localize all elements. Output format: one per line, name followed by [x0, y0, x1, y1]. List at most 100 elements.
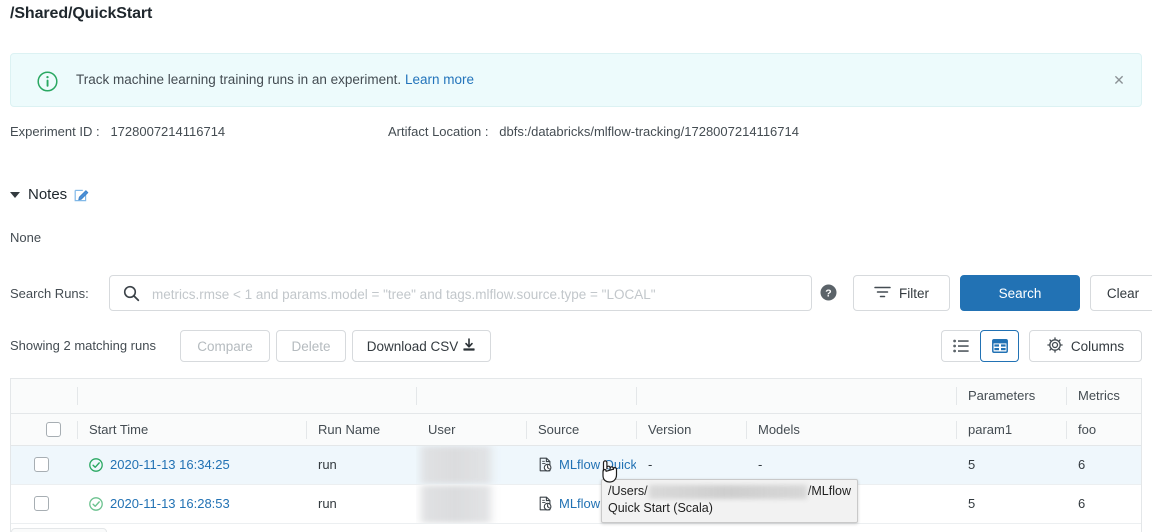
- compare-button[interactable]: Compare: [180, 330, 270, 362]
- notes-section-toggle[interactable]: Notes: [10, 186, 89, 203]
- source-link[interactable]: MLflow Quick Start (Scala): [559, 457, 636, 472]
- experiment-id-value: 1728007214116714: [110, 124, 225, 139]
- edit-pencil-icon[interactable]: [74, 187, 89, 202]
- run-name-cell: run: [306, 445, 416, 484]
- experiment-id-label: Experiment ID :: [10, 124, 100, 139]
- search-button[interactable]: Search: [960, 275, 1080, 311]
- param1-cell: 5: [956, 484, 1066, 523]
- start-time-cell: 2020-11-13 16:28:53: [77, 484, 306, 523]
- run-start-time-link[interactable]: 2020-11-13 16:34:25: [110, 457, 230, 472]
- info-banner-text: Track machine learning training runs in …: [76, 54, 474, 106]
- column-header-foo[interactable]: foo: [1066, 413, 1142, 445]
- experiment-page: /Shared/QuickStart Track machine learnin…: [0, 0, 1152, 532]
- clear-button[interactable]: Clear: [1090, 275, 1152, 311]
- notes-body: None: [10, 230, 41, 245]
- chevron-down-icon: [10, 192, 20, 198]
- artifact-location-label: Artifact Location :: [388, 124, 488, 139]
- column-header-version[interactable]: Version: [636, 413, 746, 445]
- download-icon: [462, 338, 476, 355]
- source-path-tooltip: /Users/ /MLflow Quick Start (Scala): [601, 479, 858, 523]
- info-circle-icon: [37, 71, 58, 92]
- foo-cell: 6: [1066, 484, 1142, 523]
- row-select-cell: [11, 484, 77, 523]
- group-header-cell: [77, 379, 306, 413]
- tooltip-line-2: Quick Start (Scala): [608, 500, 851, 517]
- start-time-cell: 2020-11-13 16:34:25: [77, 445, 306, 484]
- info-banner: Track machine learning training runs in …: [10, 53, 1142, 107]
- column-header-run-name[interactable]: Run Name: [306, 413, 416, 445]
- learn-more-link[interactable]: Learn more: [405, 72, 474, 87]
- tooltip-path-prefix: /Users/: [608, 483, 648, 500]
- notes-title: Notes: [28, 186, 67, 203]
- load-more-button[interactable]: Load more: [11, 528, 107, 532]
- column-header-source[interactable]: Source: [526, 413, 636, 445]
- load-more-cell: Load more: [11, 523, 1142, 532]
- group-header-cell: [11, 379, 77, 413]
- view-mode-toggle: [941, 330, 1019, 362]
- column-header-start-time[interactable]: Start Time: [77, 413, 306, 445]
- column-header-user[interactable]: User: [416, 413, 526, 445]
- download-csv-button[interactable]: Download CSV: [352, 330, 491, 362]
- search-runs-row: Search Runs: ? Filter Sea: [10, 275, 1142, 313]
- filter-button-label: Filter: [899, 286, 929, 301]
- showing-runs-text: Showing 2 matching runs: [10, 338, 156, 353]
- info-banner-message: Track machine learning training runs in …: [76, 72, 401, 87]
- column-header-models[interactable]: Models: [746, 413, 956, 445]
- group-header-cell: [746, 379, 956, 413]
- table-header-row: Start Time Run Name User Source Version …: [11, 413, 1142, 445]
- search-icon: [123, 285, 140, 302]
- row-select-cell: [11, 445, 77, 484]
- check-circle-icon: [89, 458, 103, 472]
- group-header-parameters: Parameters: [956, 379, 1066, 413]
- list-view-icon: [953, 339, 969, 353]
- foo-cell: 6: [1066, 445, 1142, 484]
- notebook-revision-icon: [538, 457, 553, 472]
- row-checkbox[interactable]: [34, 457, 49, 472]
- group-header-cell: [416, 379, 526, 413]
- filter-icon: [874, 285, 891, 302]
- close-icon[interactable]: ✕: [1107, 68, 1131, 92]
- group-header-metrics: Metrics: [1066, 379, 1142, 413]
- notebook-revision-icon: [538, 496, 553, 511]
- column-header-param1[interactable]: param1: [956, 413, 1066, 445]
- table-row[interactable]: 2020-11-13 16:34:25 run: [11, 445, 1142, 484]
- download-csv-label: Download CSV: [367, 339, 459, 354]
- tooltip-user-redacted: [649, 485, 807, 499]
- runs-table-container: Parameters Metrics Start Time Run Name U…: [10, 378, 1142, 532]
- runs-table: Parameters Metrics Start Time Run Name U…: [11, 379, 1142, 532]
- run-start-time-link[interactable]: 2020-11-13 16:28:53: [110, 496, 230, 511]
- search-runs-label: Search Runs:: [10, 286, 89, 301]
- tooltip-path-suffix: /MLflow: [808, 483, 851, 500]
- param1-cell: 5: [956, 445, 1066, 484]
- page-title: /Shared/QuickStart: [10, 5, 152, 23]
- group-header-cell: [636, 379, 746, 413]
- experiment-meta: Experiment ID : 1728007214116714 Artifac…: [10, 124, 1142, 142]
- table-row[interactable]: 2020-11-13 16:28:53 run: [11, 484, 1142, 523]
- grid-view-toggle[interactable]: [980, 330, 1019, 362]
- user-cell: [416, 484, 526, 523]
- table-group-header-row: Parameters Metrics: [11, 379, 1142, 413]
- search-input[interactable]: [150, 276, 804, 312]
- question-circle-icon[interactable]: ?: [820, 284, 837, 301]
- user-redacted: [416, 485, 496, 523]
- list-view-toggle[interactable]: [941, 330, 980, 362]
- user-redacted: [416, 446, 496, 484]
- search-box: [109, 275, 812, 311]
- grid-view-icon: [992, 339, 1008, 353]
- svg-text:?: ?: [825, 287, 831, 299]
- columns-button[interactable]: Columns: [1029, 330, 1142, 362]
- select-all-header: [11, 413, 77, 445]
- user-cell: [416, 445, 526, 484]
- experiment-id-block: Experiment ID : 1728007214116714: [10, 124, 225, 139]
- load-more-row: Load more: [11, 523, 1142, 532]
- columns-button-label: Columns: [1071, 339, 1124, 354]
- check-circle-icon: [89, 497, 103, 511]
- delete-button[interactable]: Delete: [276, 330, 346, 362]
- artifact-location-block: Artifact Location : dbfs:/databricks/mlf…: [388, 124, 799, 139]
- group-header-cell: [526, 379, 636, 413]
- row-checkbox[interactable]: [34, 496, 49, 511]
- select-all-checkbox[interactable]: [46, 422, 61, 437]
- filter-button[interactable]: Filter: [853, 275, 950, 311]
- run-name-cell: run: [306, 484, 416, 523]
- gear-icon: [1047, 337, 1063, 356]
